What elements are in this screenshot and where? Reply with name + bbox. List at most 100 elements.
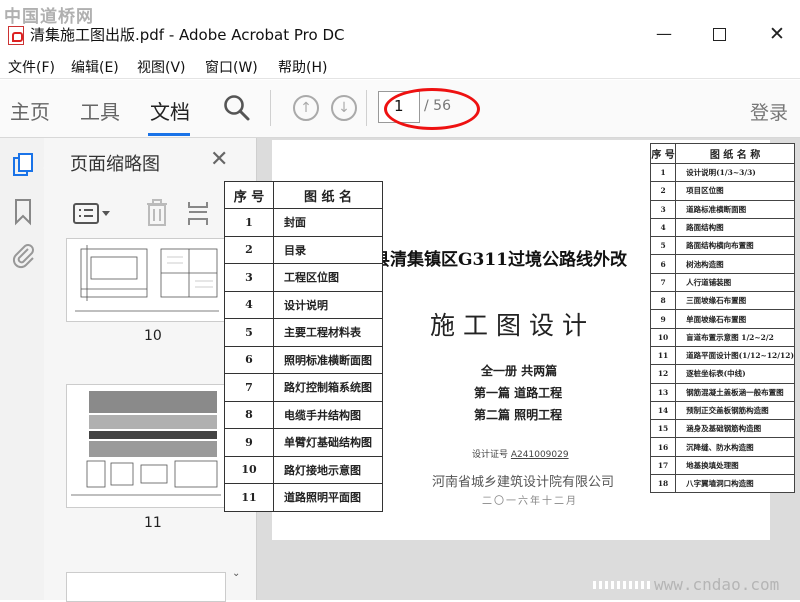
table-row: 10 盲道布置示意图 1/2~2/2 <box>649 327 795 347</box>
table-row: 3 工程区位图 <box>224 263 383 292</box>
menu-help[interactable]: 帮助(H) <box>278 57 327 77</box>
delete-icon <box>147 199 167 226</box>
window-title: 清集施工图出版.pdf - Adobe Acrobat Pro DC <box>30 26 345 44</box>
bookmarks-button[interactable] <box>12 198 34 226</box>
cover-line-3: 第二篇 照明工程 <box>474 408 563 422</box>
maximize-button[interactable] <box>704 22 734 46</box>
close-window-button[interactable]: ✕ <box>762 22 792 46</box>
row-number: 11 <box>649 345 677 366</box>
row-drawing-name: 逐桩坐标表(中线) <box>675 364 795 384</box>
row-drawing-name: 设计说明 <box>273 290 383 319</box>
scroll-down-icon[interactable]: ⌄ <box>232 568 240 579</box>
prev-page-icon[interactable]: ↑ <box>293 95 319 121</box>
insert-page-button[interactable] <box>186 198 212 228</box>
row-drawing-name: 地基换填处理图 <box>675 455 795 476</box>
table-row: 14 预制正交盖板钢筋构造图 <box>649 400 795 421</box>
row-drawing-name: 道路照明平面图 <box>273 483 383 512</box>
row-number: 1 <box>649 162 677 183</box>
row-drawing-name: 沉降缝、防水构造图 <box>675 437 795 457</box>
attachments-button[interactable] <box>9 240 37 270</box>
cover-main-title: 施工图设计 <box>430 311 596 340</box>
thumbnail-drawing <box>67 239 225 321</box>
table-row: 15 涵身及基础钢筋构造图 <box>649 419 795 439</box>
row-drawing-name: 封面 <box>273 208 383 237</box>
row-drawing-name: 路灯接地示意图 <box>273 455 383 484</box>
row-drawing-name: 八字翼墙洞口构造图 <box>675 474 795 494</box>
row-number: 2 <box>649 181 677 201</box>
minimize-button[interactable]: — <box>649 22 679 46</box>
row-drawing-name: 路灯控制箱系统图 <box>273 373 383 402</box>
row-drawing-name: 路面结构图 <box>675 217 795 238</box>
menu-bar <box>0 54 800 79</box>
row-number: 4 <box>224 290 274 319</box>
tab-home[interactable]: 主页 <box>10 96 50 125</box>
drawing-index-table-left: 序 号 图 纸 名 1 封面 2 目录 3 工程区位图 4 设计说明 5 主要工程材料表 6 照明标准… <box>224 181 383 512</box>
row-number: 10 <box>649 327 677 347</box>
row-number: 8 <box>649 291 677 311</box>
row-number: 7 <box>224 373 274 402</box>
highlight-ellipse <box>384 88 480 130</box>
table-row: 10 路灯接地示意图 <box>224 455 383 484</box>
menu-window[interactable]: 窗口(W) <box>205 57 258 77</box>
row-drawing-name: 涵身及基础钢筋构造图 <box>675 419 795 439</box>
bookmark-icon <box>15 199 31 226</box>
cover-certificate: 设计证号 A241009029 <box>472 447 569 460</box>
menu-edit[interactable]: 编辑(E) <box>71 57 119 77</box>
row-drawing-name: 工程区位图 <box>273 263 383 292</box>
pdf-file-icon <box>8 26 24 45</box>
table-row: 4 设计说明 <box>224 290 383 319</box>
toolbar-separator <box>270 90 271 126</box>
page-thumbnail-12[interactable] <box>66 572 226 602</box>
table-row: 11 道路照明平面图 <box>224 483 383 512</box>
pages-panel-button[interactable] <box>11 152 37 180</box>
table-row: 16 沉降缝、防水构造图 <box>649 437 795 457</box>
row-drawing-name: 树池构造图 <box>675 254 795 274</box>
table-row: 2 目录 <box>224 235 383 264</box>
cert-label: 设计证号 <box>472 450 509 460</box>
table-header-name: 图 纸 名 称 <box>675 143 795 164</box>
thumbnail-drawing <box>67 385 225 507</box>
row-number: 8 <box>224 400 274 429</box>
panel-title: 页面缩略图 <box>70 154 160 175</box>
watermark-bottom: www.cndao.com <box>654 575 780 594</box>
options-icon <box>73 203 110 224</box>
cover-line-2: 第一篇 道路工程 <box>474 386 563 400</box>
row-number: 1 <box>224 208 274 237</box>
search-button[interactable] <box>222 93 252 123</box>
menu-file[interactable]: 文件(F) <box>8 57 55 77</box>
tab-tools[interactable]: 工具 <box>80 96 120 125</box>
table-row: 3 道路标准横断面图 <box>649 199 795 219</box>
row-number: 10 <box>224 455 274 484</box>
options-button[interactable] <box>72 200 114 228</box>
row-number: 11 <box>224 483 274 512</box>
row-number: 3 <box>224 263 274 292</box>
pages-icon <box>13 153 33 176</box>
row-drawing-name: 照明标准横断面图 <box>273 345 383 374</box>
table-row: 17 地基换填处理图 <box>649 455 795 476</box>
row-drawing-name: 电缆手井结构图 <box>273 400 383 429</box>
cert-value: A241009029 <box>510 450 569 460</box>
close-panel-button[interactable]: ✕ <box>210 147 228 172</box>
row-number: 6 <box>224 345 274 374</box>
table-row: 6 照明标准横断面图 <box>224 345 383 374</box>
tab-document[interactable]: 文档 <box>150 96 190 125</box>
row-number: 18 <box>649 474 677 494</box>
row-number: 4 <box>649 217 677 238</box>
table-header-number: 序 号 <box>224 181 274 209</box>
row-number: 17 <box>649 455 677 476</box>
login-button[interactable]: 登录 <box>750 98 788 125</box>
row-drawing-name: 三面坡缘石布置图 <box>675 291 795 311</box>
next-page-icon[interactable]: ↓ <box>331 95 357 121</box>
delete-page-button[interactable] <box>144 198 170 228</box>
row-drawing-name: 盲道布置示意图 1/2~2/2 <box>675 327 795 347</box>
row-drawing-name: 单面坡缘石布置图 <box>675 309 795 329</box>
menu-view[interactable]: 视图(V) <box>137 57 186 77</box>
row-number: 12 <box>649 364 677 384</box>
table-row: 2 项目区位图 <box>649 181 795 201</box>
table-row: 4 路面结构图 <box>649 217 795 238</box>
cover-company: 河南省城乡建筑设计院有限公司 <box>432 475 615 490</box>
page-thumbnail-10[interactable] <box>66 238 226 322</box>
table-row: 5 主要工程材料表 <box>224 318 383 347</box>
page-thumbnail-11[interactable] <box>66 384 226 508</box>
table-row: 11 道路平面设计图(1/12~12/12) <box>649 345 795 366</box>
